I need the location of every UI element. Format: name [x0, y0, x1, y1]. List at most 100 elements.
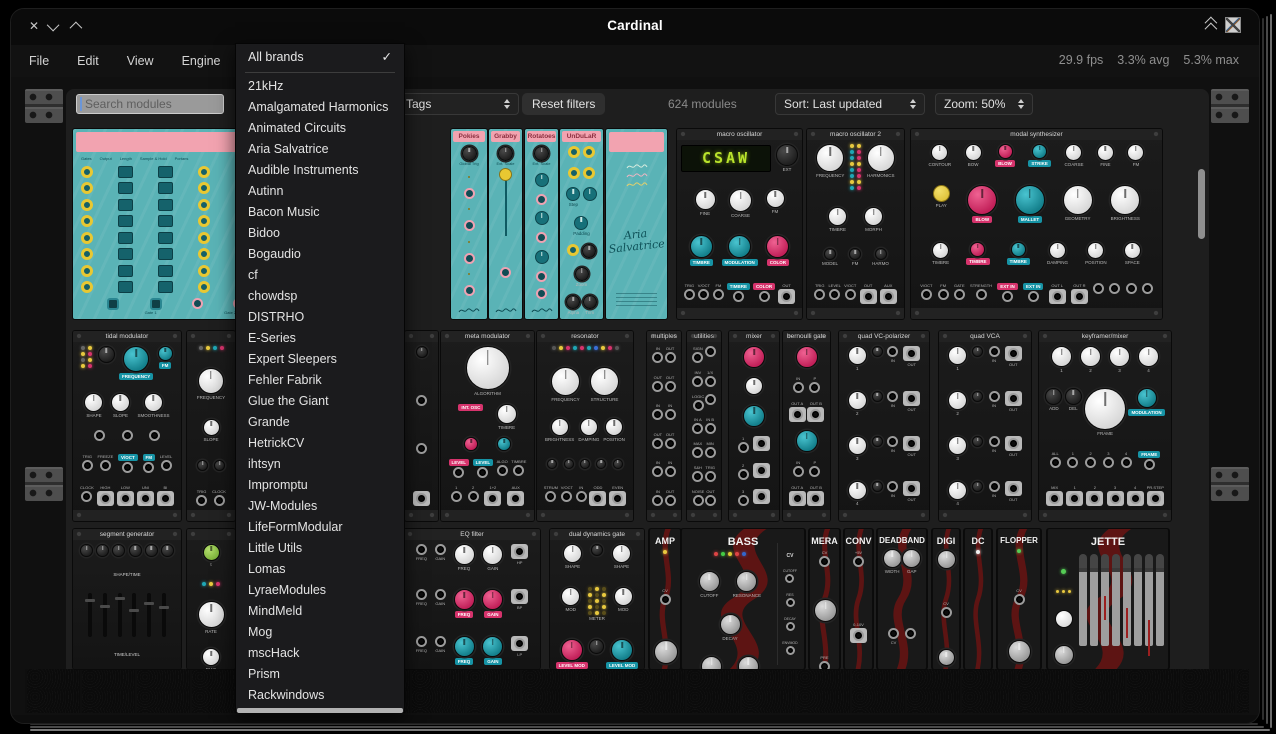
brand-menu-item-bogaudio[interactable]: Bogaudio [236, 244, 404, 265]
search-field-wrap [76, 94, 224, 114]
menu-edit[interactable]: Edit [67, 50, 109, 72]
module-card-quad-vc-polarizer[interactable]: quad VC-polarizer1INOUT2INOUT3INOUT4INOU… [839, 331, 929, 521]
brand-menu-item-animated-circuits[interactable]: Animated Circuits [236, 118, 404, 139]
brand-menu-item-impromptu[interactable]: Impromptu [236, 475, 404, 496]
module-card-quad-vca[interactable]: quad VCA1INOUT2INOUT3INOUT4INOUT [939, 331, 1031, 521]
brand-menu-item-mindmeld[interactable]: MindMeld [236, 601, 404, 622]
menu-view[interactable]: View [117, 50, 164, 72]
widget-label: OUT [1009, 452, 1017, 457]
module-card-multiples[interactable]: multiplesINOUTOUTOUTININOUTOUTINININOUT [647, 331, 681, 521]
widget-label: TRIG [82, 454, 92, 459]
missing-image-icon[interactable] [1225, 17, 1241, 33]
module-card-utilities[interactable]: utilitiesSIGNINV1/XLOGICIN AIN BMAXMINS&… [687, 331, 721, 521]
aria-tbox [158, 265, 173, 277]
brand-menu-item-e-series[interactable]: E-Series [236, 328, 404, 349]
brand-menu-item-21khz[interactable]: 21kHz [236, 76, 404, 97]
search-input[interactable] [76, 94, 224, 114]
double-chevron-up-icon[interactable] [1203, 17, 1217, 33]
module-card-dc[interactable]: DCIN [964, 529, 992, 669]
brand-menu-item-grande[interactable]: Grande [236, 412, 404, 433]
brand-menu-item-mog[interactable]: Mog [236, 622, 404, 643]
module-card-mixer[interactable]: mixer123 [729, 331, 779, 521]
module-header: bernoulli gate [783, 331, 830, 342]
brand-menu-item-mschack[interactable]: mscHack [236, 643, 404, 664]
slider-thumb [129, 609, 139, 613]
port-with-label: OUT [778, 283, 795, 304]
brand-menu-item-little-utils[interactable]: Little Utils [236, 538, 404, 559]
module-controls: IN [965, 546, 991, 669]
module-card-tidal-modulator[interactable]: tidal modulatorFREQUENCYFMSHAPESLOPESMOO… [73, 331, 181, 521]
module-card-grabby[interactable]: GrabbyExt. Scale [489, 129, 522, 319]
widget-label: HARMONICS [867, 173, 895, 178]
menu-scrollbar[interactable] [237, 708, 403, 713]
zoom-dropdown[interactable]: Zoom: 50% [935, 93, 1033, 115]
brand-menu-item-cf[interactable]: cf [236, 265, 404, 286]
module-card-eq-filter[interactable]: EQ filterFREQGAINFREQGAINHPFREQGAINFREQG… [404, 529, 540, 669]
brand-menu-item-autinn[interactable]: Autinn [236, 181, 404, 202]
module-card-pokies[interactable]: PokiesGlobal Trig [451, 129, 487, 319]
port-with-label: LEVEL [160, 454, 172, 471]
brand-menu-item-lifeformmodular[interactable]: LifeFormModular [236, 517, 404, 538]
vertical-scrollbar[interactable] [1198, 169, 1205, 239]
module-card-segment-generator[interactable]: segment generatorSHAPE/TIMETIME/LEVELGAT… [73, 529, 181, 669]
module-card-mera[interactable]: MERACVPRE [809, 529, 840, 669]
brand-menu-item-distrho[interactable]: DISTRHO [236, 307, 404, 328]
aria-tbox [118, 232, 133, 244]
brand-menu-item-chowdsp[interactable]: chowdsp [236, 286, 404, 307]
module-card-aria-art-panel[interactable]: Aria Salvatrice [606, 129, 667, 319]
knob-dark [98, 346, 115, 363]
led-indicator [976, 550, 980, 554]
module-card-module-partial-b[interactable] [405, 331, 438, 521]
module-card-flopper[interactable]: FLOPPERCVININ [997, 529, 1041, 669]
brand-menu-item-rackwindows[interactable]: Rackwindows [236, 685, 404, 706]
brand-menu-item-prism[interactable]: Prism [236, 664, 404, 685]
brand-menu-item-glue-the-giant[interactable]: Glue the Giant [236, 391, 404, 412]
output-port-group [511, 589, 528, 604]
brand-menu-item-all-brands[interactable]: All brands ✓ [236, 44, 404, 69]
module-card-macro-oscillator[interactable]: macro oscillatorCSAWEXTFINECOARSEFMTIMBR… [677, 129, 802, 319]
module-card-resonator[interactable]: resonatorFREQUENCYSTRUCTUREBRIGHTNESSDAM… [537, 331, 633, 521]
module-card-macro-oscillator-2[interactable]: macro oscillator 2FREQUENCYHARMONICSTIMB… [807, 129, 904, 319]
menu-engine[interactable]: Engine [172, 50, 231, 72]
module-card-conv[interactable]: CONV+5V0-10V0-10V [844, 529, 873, 669]
brand-menu-item-hetrickcv[interactable]: HetrickCV [236, 433, 404, 454]
module-card-deadband[interactable]: DEADBANDWIDTHGAPCV [877, 529, 927, 669]
jack-port [612, 493, 623, 504]
module-card-dual-dynamics-gate[interactable]: dual dynamics gateSHAPESHAPEMODMETERMODL… [550, 529, 644, 669]
brand-menu-item-ihtsyn[interactable]: ihtsyn [236, 454, 404, 475]
port-with-label [905, 628, 916, 639]
module-card-jette[interactable]: JETTEINJECT [1047, 529, 1169, 669]
brand-menu-item-amalgamated-harmonics[interactable]: Amalgamated Harmonics [236, 97, 404, 118]
brand-menu-item-aria-salvatrice[interactable]: Aria Salvatrice [236, 139, 404, 160]
module-card-meta-modulator[interactable]: meta modulatorALGORITHMINT. OSCTIMBRELEV… [441, 331, 534, 521]
brand-menu-item-audible-instruments[interactable]: Audible Instruments [236, 160, 404, 181]
port-row: INV1/X [691, 370, 717, 387]
jack-port [829, 289, 840, 300]
menu-file[interactable]: File [19, 50, 59, 72]
brand-menu-item-fehler-fabrik[interactable]: Fehler Fabrik [236, 370, 404, 391]
brand-menu-item-expert-sleepers[interactable]: Expert Sleepers [236, 349, 404, 370]
knob-white [848, 481, 867, 500]
brand-menu-item-bacon-music[interactable]: Bacon Music [236, 202, 404, 223]
module-card-amp[interactable]: AMPCVIN [649, 529, 681, 669]
port-with-label: 3 [1107, 485, 1124, 506]
module-card-bernoulli-gate[interactable]: bernoulli gateINPOUT AOUT BINPOUT AOUT B [783, 331, 830, 521]
module-card-undular[interactable]: UnDuLaRStepPaddingZoomAlphaTrim [560, 129, 603, 319]
reset-filters-button[interactable]: Reset filters [522, 93, 605, 115]
module-card-module-partial-c[interactable]: tRATEBIASCLOCK [187, 529, 235, 669]
brand-menu-item-lyraemodules[interactable]: LyraeModules [236, 580, 404, 601]
brand-menu-item-jw-modules[interactable]: JW-Modules [236, 496, 404, 517]
brand-menu-item-bidoo[interactable]: Bidoo [236, 223, 404, 244]
port-row: CV [654, 588, 676, 605]
module-card-digi[interactable]: DIGICVANALOG [932, 529, 960, 669]
module-card-bass[interactable]: BASSCUTOFFRESONANCEDECAYENVMODACCENTACCE… [681, 529, 805, 669]
control-row [733, 346, 775, 368]
brand-menu-item-lomas[interactable]: Lomas [236, 559, 404, 580]
module-card-rotatoes[interactable]: RotatoesExt. Scale [525, 129, 558, 319]
sort-dropdown[interactable]: Sort: Last updated [775, 93, 925, 115]
module-card-module-partial-a[interactable]: FREQUENCYSLOPETRIGCLOCK [187, 331, 235, 521]
module-card-modal-synthesizer[interactable]: modal synthesizerCONTOURBOWBLOWSTRIKECOA… [911, 129, 1162, 319]
knob-with-label: RESONANCE [733, 571, 762, 598]
module-card-keyframer-mixer[interactable]: keyframer/mixer1234ADDDELFRAMEMODULATION… [1039, 331, 1171, 521]
knob-white [1080, 346, 1101, 367]
